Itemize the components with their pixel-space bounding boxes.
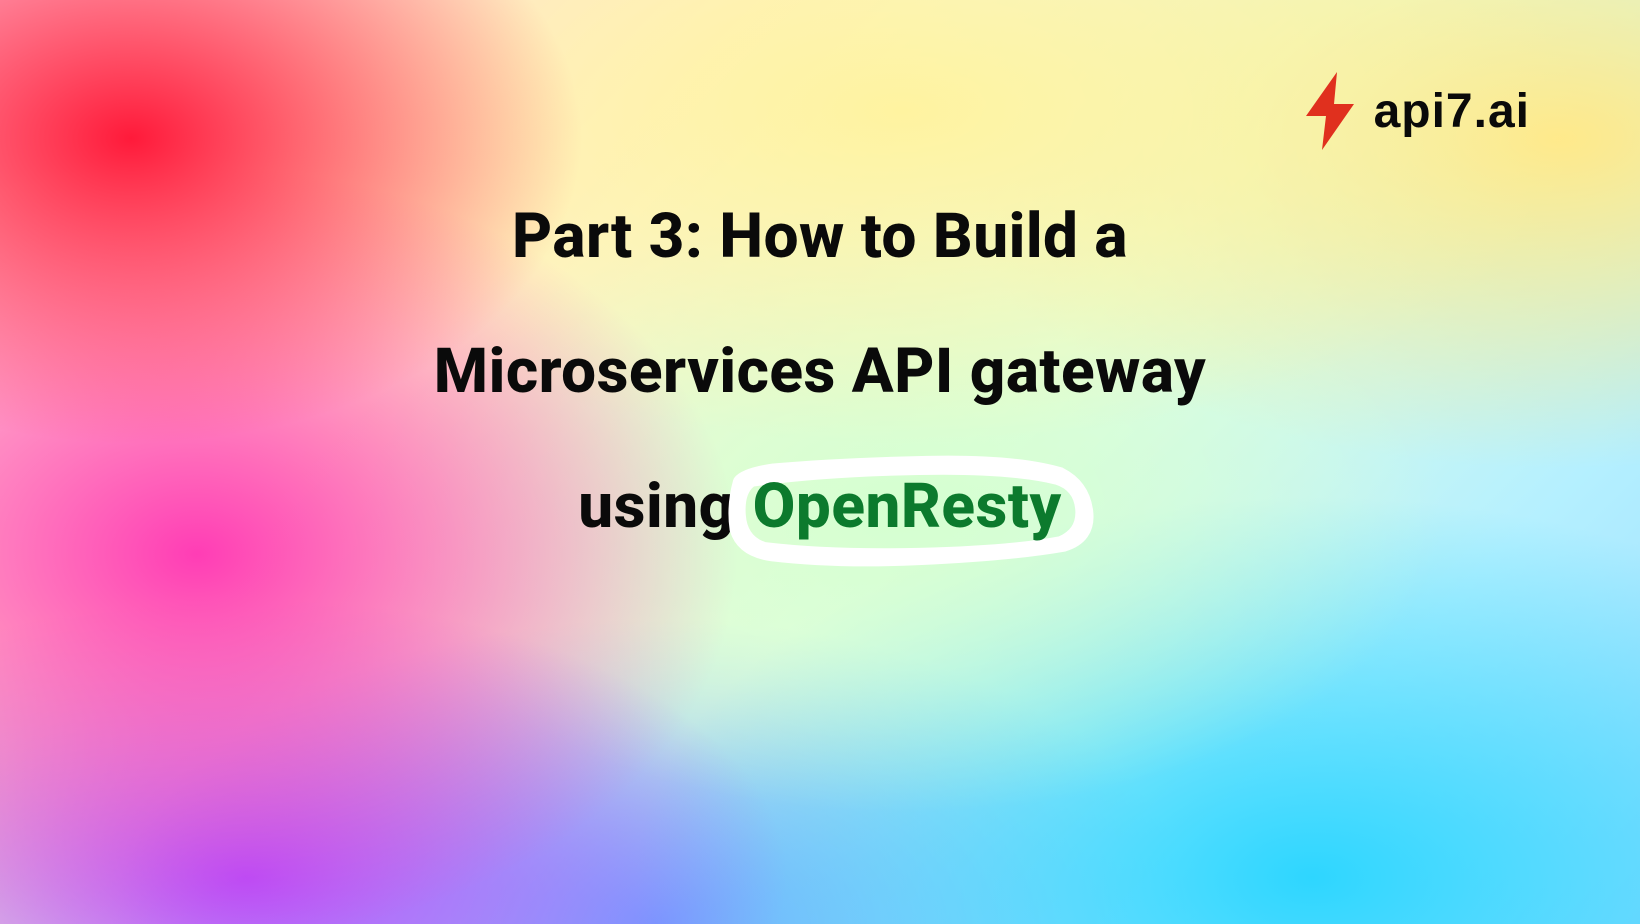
highlight-wrapper: OpenResty <box>753 470 1062 543</box>
logo-bolt-icon <box>1304 72 1356 150</box>
title-line-3: using OpenResty <box>578 470 1061 543</box>
title-block: Part 3: How to Build a Microservices API… <box>0 200 1640 543</box>
brand-logo: api7.ai <box>1304 72 1530 150</box>
title-line-1: Part 3: How to Build a <box>512 200 1128 273</box>
title-line-3-prefix: using <box>578 470 734 543</box>
logo-text: api7.ai <box>1374 84 1530 139</box>
title-highlight: OpenResty <box>753 470 1062 543</box>
title-line-2: Microservices API gateway <box>434 335 1206 408</box>
slide-background: api7.ai Part 3: How to Build a Microserv… <box>0 0 1640 924</box>
